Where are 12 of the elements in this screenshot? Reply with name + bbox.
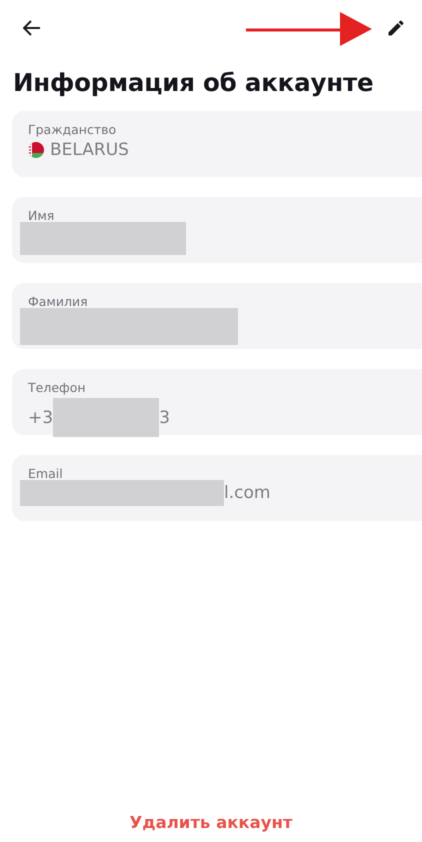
field-label: Гражданство bbox=[28, 122, 116, 137]
field-label: Фамилия bbox=[28, 294, 88, 309]
field-value: BELARUS bbox=[50, 140, 129, 160]
flag-icon bbox=[28, 142, 44, 158]
field-value: +3 bbox=[28, 408, 54, 428]
page-title: Информация об аккаунте bbox=[13, 68, 374, 97]
field-value: 3 bbox=[159, 408, 170, 428]
field-value: l.com bbox=[224, 483, 270, 503]
delete-account-link[interactable]: Удалить аккаунт bbox=[130, 813, 292, 832]
field-label: Имя bbox=[28, 208, 54, 223]
field-label: Телефон bbox=[28, 380, 86, 395]
field-label: Email bbox=[28, 466, 63, 481]
